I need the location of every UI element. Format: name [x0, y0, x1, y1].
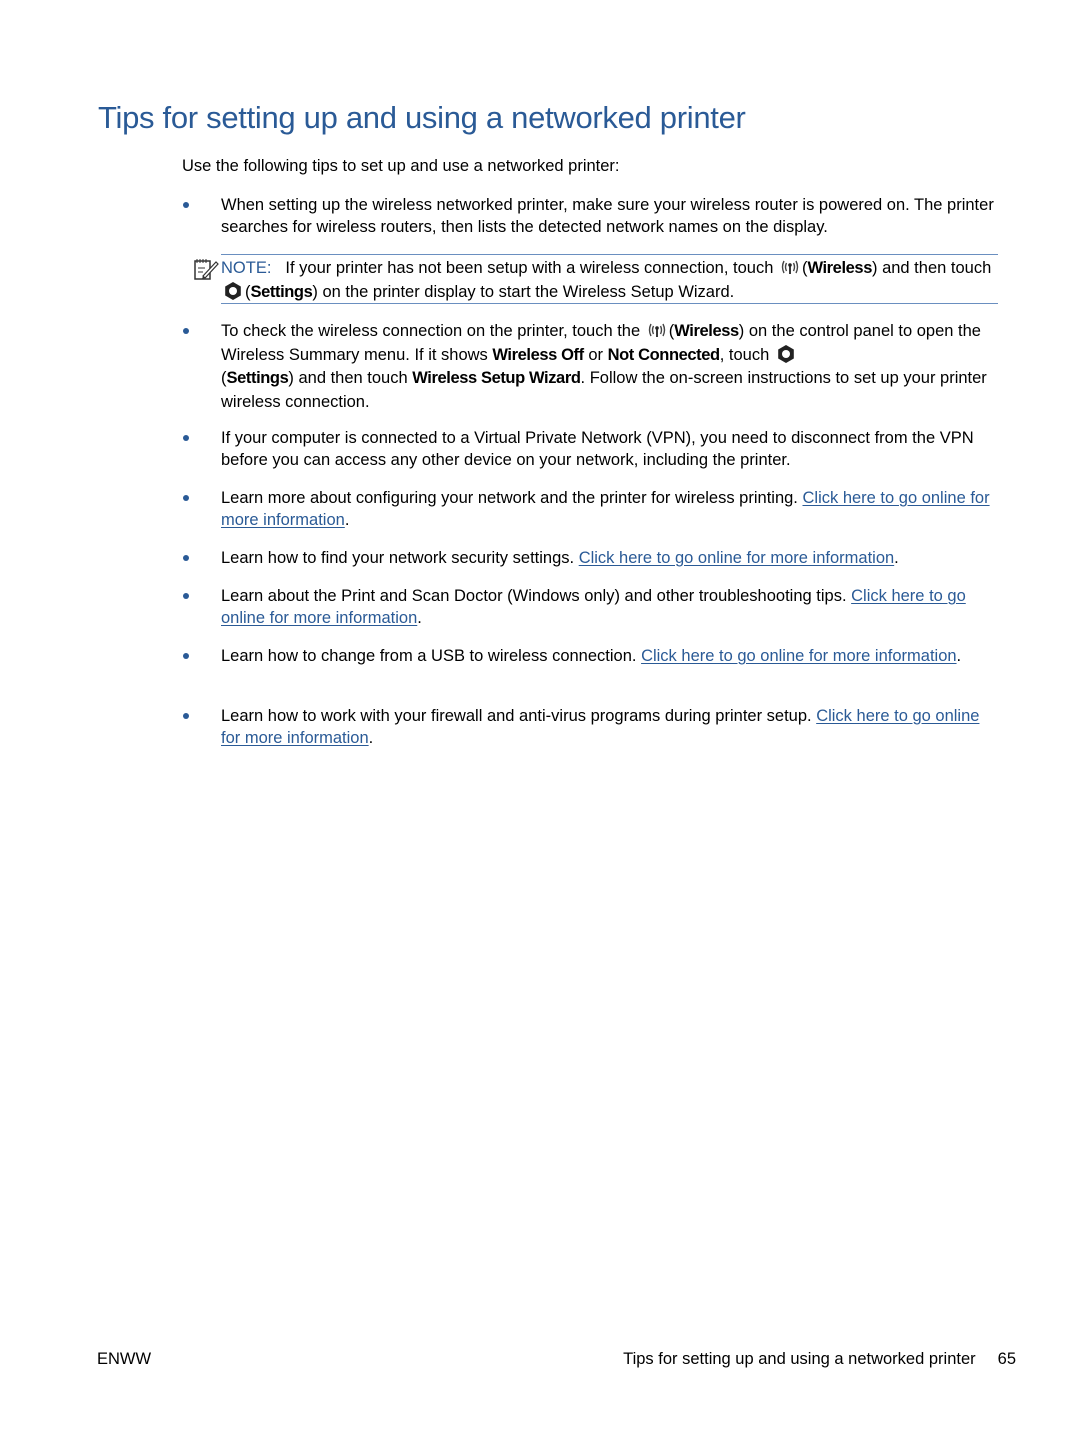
bullet-dot-icon	[183, 593, 189, 599]
intro-text: Use the following tips to set up and use…	[182, 157, 620, 175]
list-item-text: To check the wireless connection on the …	[221, 322, 987, 411]
footer-section: Tips for setting up and using a networke…	[623, 1350, 1016, 1369]
wireless-label: Wireless	[807, 259, 872, 277]
list-item-text: Learn how to change from a USB to wirele…	[221, 647, 962, 665]
wireless-icon	[781, 260, 799, 274]
bullet-dot-icon	[183, 713, 189, 719]
settings-gear-icon	[778, 344, 794, 363]
list-item: If your computer is connected to a Virtu…	[182, 427, 1002, 471]
bullet-dot-icon	[183, 435, 189, 441]
bullet-dot-icon	[183, 653, 189, 659]
list-item-text: If your computer is connected to a Virtu…	[221, 429, 974, 469]
settings-label: Settings	[226, 369, 289, 387]
page-number: 65	[997, 1350, 1016, 1368]
list-item: Learn more about configuring your networ…	[182, 487, 1002, 531]
bullet-dot-icon	[183, 495, 189, 501]
list-item-text: When setting up the wireless networked p…	[221, 196, 994, 236]
list-item: Learn how to change from a USB to wirele…	[182, 645, 1002, 667]
footer-locale: ENWW	[97, 1350, 152, 1368]
list-item-text: Learn how to work with your firewall and…	[221, 707, 980, 747]
settings-gear-icon	[225, 282, 241, 300]
text-run: Learn about the Print and Scan Doctor (W…	[221, 587, 852, 605]
list-item: Learn about the Print and Scan Doctor (W…	[182, 585, 1002, 629]
bullet-dot-icon	[183, 328, 189, 334]
wireless-label: Wireless	[674, 322, 739, 340]
list-item: Learn how to find your network security …	[182, 547, 1002, 569]
bullet-dot-icon	[183, 555, 189, 561]
more-info-link[interactable]: Click here to go online for more informa…	[579, 549, 894, 567]
list-item-text: Learn more about configuring your networ…	[221, 489, 990, 529]
list-item-text: Learn about the Print and Scan Doctor (W…	[221, 587, 966, 627]
note-pencil-icon	[194, 259, 219, 280]
text-run: Learn more about configuring your networ…	[221, 489, 803, 507]
text-run: , touch	[719, 345, 774, 364]
text-run: or	[583, 345, 608, 364]
wizard-label: Wireless Setup Wizard	[412, 369, 581, 387]
footer-section-title: Tips for setting up and using a networke…	[623, 1350, 976, 1368]
page-title: Tips for setting up and using a networke…	[98, 100, 746, 135]
bullet-dot-icon	[183, 202, 189, 208]
note-text: If your printer has not been setup with …	[285, 259, 778, 277]
text-run: Learn how to find your network security …	[221, 549, 579, 567]
text-run: and then touch	[293, 369, 413, 387]
note-text: on the printer display to start the Wire…	[317, 283, 735, 301]
note-text: and then touch	[877, 259, 992, 277]
text-run: Learn how to work with your firewall and…	[221, 707, 817, 725]
more-info-link[interactable]: Click here to go online for more informa…	[641, 647, 956, 665]
note-label: NOTE:	[221, 259, 272, 277]
settings-label: Settings	[250, 283, 313, 301]
not-connected-label: Not Connected	[607, 345, 721, 364]
wireless-icon	[648, 323, 665, 337]
list-item: Learn how to work with your firewall and…	[182, 705, 1002, 749]
wireless-off-label: Wireless Off	[492, 345, 584, 364]
text-run: Learn how to change from a USB to wirele…	[221, 647, 642, 665]
note-box: NOTE: If your printer has not been setup …	[194, 254, 998, 304]
text-run: To check the wireless connection on the …	[221, 322, 645, 340]
list-item: To check the wireless connection on the …	[182, 320, 1002, 414]
list-item: When setting up the wireless networked p…	[182, 194, 1002, 238]
list-item-text: Learn how to find your network security …	[221, 549, 899, 567]
